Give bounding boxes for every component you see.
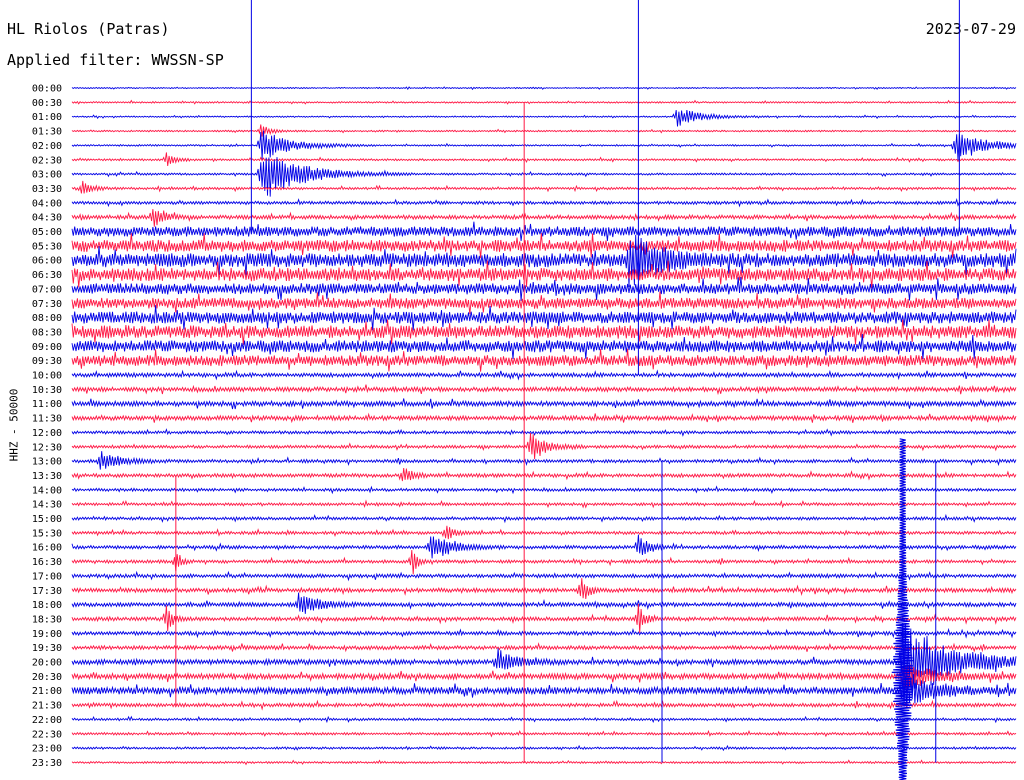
time-label: 23:00 <box>32 744 62 755</box>
trace-1000 <box>71 369 1017 381</box>
time-label: 21:00 <box>32 686 62 697</box>
trace-0330 <box>71 180 1017 194</box>
trace-0300 <box>71 157 1017 197</box>
trace-2300 <box>71 744 1017 752</box>
trace-1530 <box>71 525 1017 540</box>
trace-2330 <box>71 759 1017 766</box>
trace-1930 <box>71 642 1017 653</box>
time-label: 05:00 <box>32 227 62 238</box>
time-label: 20:30 <box>32 672 62 683</box>
time-label: 14:30 <box>32 500 62 511</box>
trace-1100 <box>71 398 1017 410</box>
trace-1900 <box>71 627 1017 639</box>
trace-1630 <box>71 549 1017 575</box>
trace-1300 <box>71 451 1017 470</box>
time-label: 00:30 <box>32 98 62 109</box>
time-label: 05:30 <box>32 241 62 252</box>
trace-1500 <box>71 513 1017 524</box>
trace-1830 <box>71 603 1017 634</box>
time-label: 22:30 <box>32 729 62 740</box>
trace-1730 <box>71 578 1017 600</box>
trace-1800 <box>71 592 1017 614</box>
trace-2130 <box>71 699 1017 711</box>
trace-1700 <box>71 570 1017 582</box>
trace-0830 <box>71 319 1017 345</box>
seismogram-plot: 00:00 00:30 01:00 01:30 02:00 02:30 03:00 03:30… <box>32 0 1017 780</box>
time-label: 11:00 <box>32 399 62 410</box>
time-label: 13:00 <box>32 457 62 468</box>
time-label: 23:30 <box>32 758 62 769</box>
trace-0030 <box>71 99 1017 105</box>
time-label: 14:00 <box>32 485 62 496</box>
trace-0230 <box>71 152 1017 166</box>
time-label: 09:00 <box>32 342 62 353</box>
time-label: 22:00 <box>32 715 62 726</box>
time-label: 21:30 <box>32 701 62 712</box>
time-label: 15:30 <box>32 528 62 539</box>
time-label: 08:00 <box>32 313 62 324</box>
time-label: 12:30 <box>32 442 62 453</box>
time-label: 10:30 <box>32 385 62 396</box>
trace-0430 <box>71 209 1017 227</box>
time-label: 01:00 <box>32 112 62 123</box>
trace-0400 <box>71 197 1017 208</box>
trace-0500 <box>71 221 1017 242</box>
time-label: 01:30 <box>32 127 62 138</box>
time-label: 04:00 <box>32 198 62 209</box>
time-label: 07:00 <box>32 284 62 295</box>
trace-2030 <box>71 664 1017 691</box>
trace-2230 <box>71 729 1017 738</box>
time-label: 04:30 <box>32 213 62 224</box>
time-label: 12:00 <box>32 428 62 439</box>
time-label: 16:30 <box>32 557 62 568</box>
time-label: 11:30 <box>32 414 62 425</box>
trace-1130 <box>71 412 1017 424</box>
trace-0200 <box>71 130 1017 161</box>
time-label: 18:30 <box>32 614 62 625</box>
trace-1330 <box>71 467 1017 482</box>
time-label: 03:00 <box>32 170 62 181</box>
trace-0730 <box>71 291 1017 315</box>
time-label: 03:30 <box>32 184 62 195</box>
time-label: 13:30 <box>32 471 62 482</box>
time-label: 09:30 <box>32 356 62 367</box>
trace-2200 <box>71 715 1017 724</box>
time-label: 17:30 <box>32 586 62 597</box>
trace-1230 <box>71 432 1017 460</box>
time-label: 10:00 <box>32 371 62 382</box>
time-label: 17:00 <box>32 571 62 582</box>
time-label: 16:00 <box>32 543 62 554</box>
time-label: 19:00 <box>32 629 62 640</box>
time-label: 15:00 <box>32 514 62 525</box>
time-label: 02:30 <box>32 155 62 166</box>
time-label: 06:30 <box>32 270 62 281</box>
trace-0900 <box>71 333 1017 360</box>
trace-1430 <box>71 499 1017 509</box>
time-label: 08:30 <box>32 327 62 338</box>
time-label: 19:30 <box>32 643 62 654</box>
trace-1400 <box>71 485 1017 495</box>
trace-1030 <box>71 384 1017 396</box>
time-label: 18:00 <box>32 600 62 611</box>
time-label: 06:00 <box>32 256 62 267</box>
time-label: 07:30 <box>32 299 62 310</box>
trace-0930 <box>71 348 1017 372</box>
time-label: 00:00 <box>32 84 62 95</box>
trace-0530 <box>71 233 1017 259</box>
trace-0130 <box>71 124 1017 137</box>
trace-0000 <box>71 86 1017 91</box>
trace-1200 <box>71 428 1017 437</box>
time-label: 20:00 <box>32 658 62 669</box>
time-label: 02:00 <box>32 141 62 152</box>
trace-0700 <box>71 276 1017 301</box>
trace-0100 <box>71 109 1017 127</box>
trace-1600 <box>71 534 1017 559</box>
